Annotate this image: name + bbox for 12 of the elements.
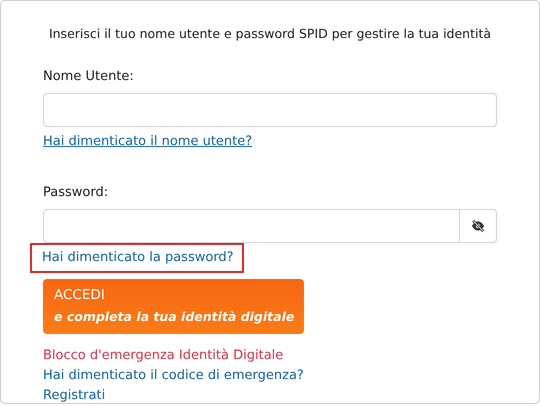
- username-field[interactable]: [43, 93, 497, 128]
- show-password-button[interactable]: [459, 210, 496, 242]
- field-label: Password:: [43, 184, 110, 202]
- eye-slash-icon: [471, 220, 485, 232]
- footer-link[interactable]: Hai dimenticato il codice di emergenza?: [43, 366, 304, 386]
- field-label: Nome Utente:: [43, 68, 135, 86]
- intro-text: Inserisci il tuo nome utente e password SPID per gestire la tua identità: [48, 25, 492, 43]
- password-field[interactable]: [43, 209, 497, 244]
- forgot-link[interactable]: Hai dimenticato la password?: [32, 245, 242, 271]
- footer-link[interactable]: Blocco d'emergenza Identità Digitale: [43, 346, 284, 366]
- forgot-link[interactable]: Hai dimenticato il nome utente?: [43, 129, 252, 155]
- footer-link[interactable]: Registrati: [43, 386, 106, 406]
